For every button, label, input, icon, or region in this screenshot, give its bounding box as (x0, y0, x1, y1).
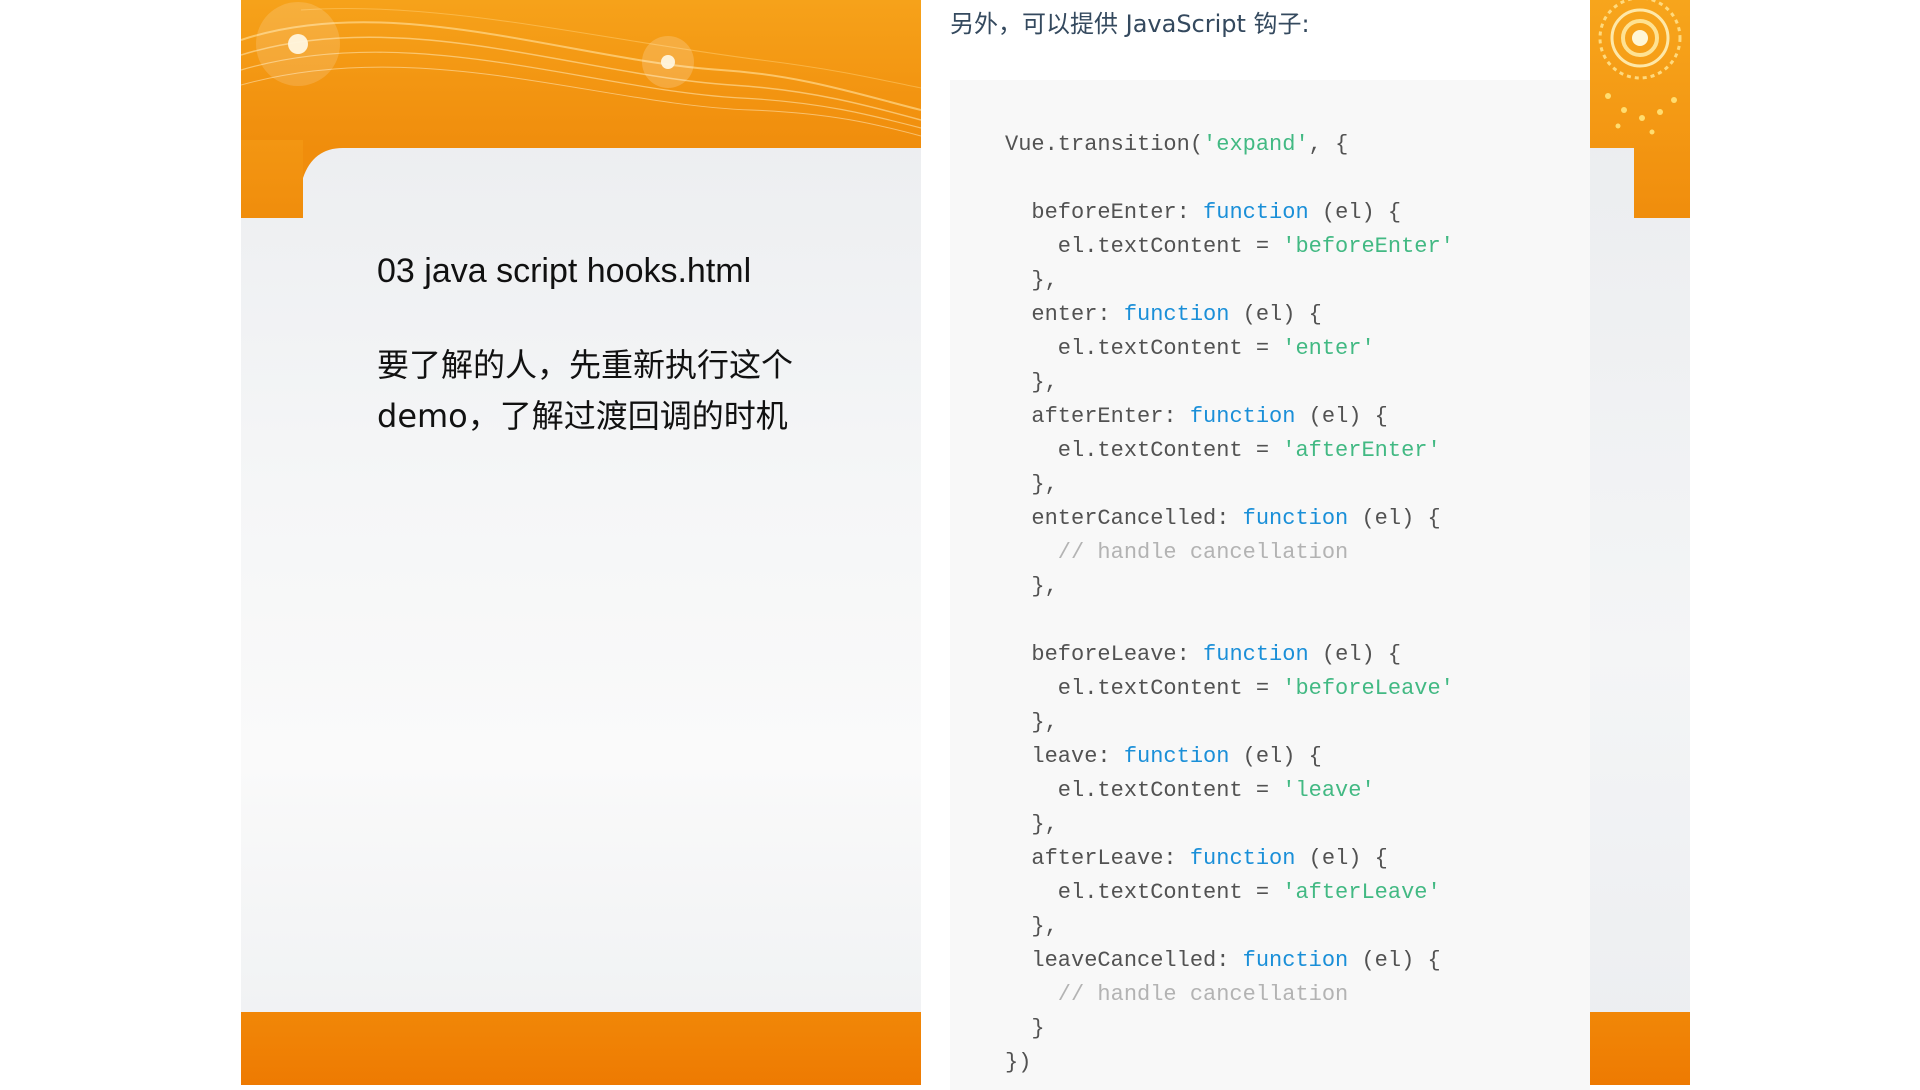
code-line: leave: function (el) { (1005, 740, 1454, 774)
sun-decoration (1598, 0, 1682, 135)
code-token: // handle cancellation (1005, 982, 1349, 1007)
code-line: el.textContent = 'enter' (1005, 332, 1454, 366)
code-line: // handle cancellation (1005, 536, 1454, 570)
slide-body-line: 要了解的人，先重新执行这个 (377, 346, 794, 384)
code-line: beforeLeave: function (el) { (1005, 638, 1454, 672)
code-token: (el) { (1348, 506, 1441, 531)
code-token: beforeLeave: (1005, 642, 1204, 667)
code-line: el.textContent = 'leave' (1005, 774, 1454, 808)
doc-heading: 另外，可以提供 JavaScript 钩子: (950, 10, 1310, 38)
code-token: 'leave' (1282, 778, 1375, 803)
code-token: 'afterLeave' (1282, 880, 1441, 905)
code-token: }, (1005, 370, 1058, 395)
code-token: }, (1005, 472, 1058, 497)
code-token: }, (1005, 710, 1058, 735)
code-line: // handle cancellation (1005, 978, 1454, 1012)
slide-footer-band-right (1590, 1012, 1690, 1085)
code-token: function (1203, 200, 1309, 225)
code-line: }) (1005, 1046, 1454, 1080)
slide-panel: 03 java script hooks.html 要了解的人，先重新执行这个 … (241, 0, 921, 1085)
code-token: function (1189, 846, 1296, 871)
code-token: leaveCancelled: (1005, 948, 1243, 973)
code-token: function (1242, 506, 1349, 531)
code-line: leaveCancelled: function (el) { (1005, 944, 1454, 978)
code-line: Vue.transition('expand', { (1005, 128, 1454, 162)
code-token: el.textContent = (1005, 438, 1283, 463)
code-token: 'afterEnter' (1282, 438, 1441, 463)
code-token: el.textContent = (1005, 676, 1283, 701)
code-line: el.textContent = 'afterEnter' (1005, 434, 1454, 468)
code-line: enterCancelled: function (el) { (1005, 502, 1454, 536)
code-line: beforeEnter: function (el) { (1005, 196, 1454, 230)
slide-sparkle-2 (661, 55, 675, 69)
code-line: }, (1005, 366, 1454, 400)
code-token: function (1242, 948, 1349, 973)
code-token: (el) { (1295, 846, 1388, 871)
code-line: el.textContent = 'afterLeave' (1005, 876, 1454, 910)
code-token: (el) { (1308, 642, 1402, 667)
slide-body-text: 要了解的人，先重新执行这个 demo，了解过渡回调的时机 (377, 340, 877, 442)
code-line: } (1005, 1012, 1454, 1046)
code-line: }, (1005, 468, 1454, 502)
code-token: , { (1308, 132, 1349, 157)
code-token: Vue.transition( (1005, 132, 1204, 157)
code-token: function (1203, 642, 1309, 667)
code-token: }, (1005, 268, 1058, 293)
code-line: enter: function (el) { (1005, 298, 1454, 332)
slide-swirl-decoration (241, 2, 921, 137)
code-token: enterCancelled: (1005, 506, 1243, 531)
code-token: 'expand' (1203, 132, 1309, 157)
code-line: }, (1005, 808, 1454, 842)
code-content: Vue.transition('expand', { beforeEnter: … (1005, 128, 1454, 1080)
slide-tab-corner (303, 148, 343, 178)
code-line: }, (1005, 570, 1454, 604)
code-line: }, (1005, 264, 1454, 298)
code-token: beforeEnter: (1005, 200, 1204, 225)
code-token: }, (1005, 574, 1058, 599)
code-token: (el) { (1229, 302, 1322, 327)
slide-body-line: demo，了解过渡回调的时机 (377, 397, 788, 435)
code-token: // handle cancellation (1005, 540, 1349, 565)
code-block: Vue.transition('expand', { beforeEnter: … (950, 80, 1590, 1090)
code-token: 'beforeLeave' (1282, 676, 1454, 701)
code-token: (el) { (1308, 200, 1402, 225)
code-token: el.textContent = (1005, 880, 1283, 905)
code-line: }, (1005, 910, 1454, 944)
slide-footer-band (241, 1012, 921, 1085)
code-token: }) (1005, 1050, 1032, 1075)
code-line: afterLeave: function (el) { (1005, 842, 1454, 876)
slide-header-tab-right (1634, 140, 1690, 218)
code-token: } (1005, 1016, 1045, 1041)
slide-header-tab (241, 140, 303, 218)
code-token: function (1123, 744, 1230, 769)
slide-panel-right (1590, 0, 1690, 1085)
slide-title: 03 java script hooks.html (377, 252, 752, 290)
code-token: function (1189, 404, 1296, 429)
code-token: (el) { (1229, 744, 1322, 769)
code-token: el.textContent = (1005, 336, 1283, 361)
code-token: (el) { (1295, 404, 1388, 429)
screen: 03 java script hooks.html 要了解的人，先重新执行这个 … (0, 0, 1920, 1090)
code-token: }, (1005, 914, 1058, 939)
code-token: afterLeave: (1005, 846, 1190, 871)
code-token: enter: (1005, 302, 1124, 327)
code-line: afterEnter: function (el) { (1005, 400, 1454, 434)
code-token: 'beforeEnter' (1282, 234, 1454, 259)
code-line: el.textContent = 'beforeEnter' (1005, 230, 1454, 264)
code-line: }, (1005, 706, 1454, 740)
code-token: }, (1005, 812, 1058, 837)
code-token: function (1123, 302, 1230, 327)
code-token: 'enter' (1282, 336, 1375, 361)
code-line: el.textContent = 'beforeLeave' (1005, 672, 1454, 706)
slide-sparkle (288, 34, 308, 54)
code-token: (el) { (1348, 948, 1441, 973)
code-token: afterEnter: (1005, 404, 1190, 429)
code-token: el.textContent = (1005, 234, 1283, 259)
code-token: el.textContent = (1005, 778, 1283, 803)
code-token: leave: (1005, 744, 1124, 769)
